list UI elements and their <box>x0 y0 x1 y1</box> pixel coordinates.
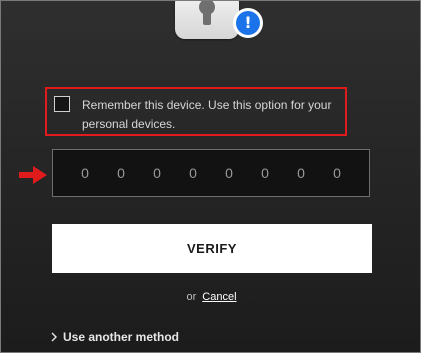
cancel-row: or Cancel <box>1 291 420 303</box>
alert-badge: ! <box>233 8 263 38</box>
verification-code-input[interactable]: 0 0 0 0 0 0 0 0 <box>52 149 370 197</box>
or-text: or <box>186 291 197 303</box>
remember-device-option: Remember this device. Use this option fo… <box>45 87 347 136</box>
verify-button[interactable]: VERIFY <box>52 224 372 273</box>
cancel-link[interactable]: Cancel <box>202 291 236 303</box>
remember-device-checkbox[interactable] <box>54 96 70 112</box>
keyhole-icon <box>199 1 215 25</box>
chevron-right-icon <box>51 332 57 342</box>
code-digit-2[interactable]: 0 <box>115 165 127 181</box>
use-another-method-link[interactable]: Use another method <box>51 330 179 344</box>
use-another-method-label[interactable]: Use another method <box>63 330 179 344</box>
remember-device-label[interactable]: Remember this device. Use this option fo… <box>82 96 342 134</box>
lock-icon <box>175 1 239 39</box>
security-lock-badge: ! <box>175 1 263 41</box>
exclamation-icon: ! <box>236 11 260 35</box>
code-digit-3[interactable]: 0 <box>151 165 163 181</box>
code-digit-7[interactable]: 0 <box>295 165 307 181</box>
mfa-dialog: ! Remember this device. Use this option … <box>0 0 421 353</box>
code-digit-4[interactable]: 0 <box>187 165 199 181</box>
code-digit-5[interactable]: 0 <box>223 165 235 181</box>
code-digit-1[interactable]: 0 <box>79 165 91 181</box>
code-digit-6[interactable]: 0 <box>259 165 271 181</box>
code-digit-8[interactable]: 0 <box>331 165 343 181</box>
arrow-right-icon <box>19 166 47 184</box>
